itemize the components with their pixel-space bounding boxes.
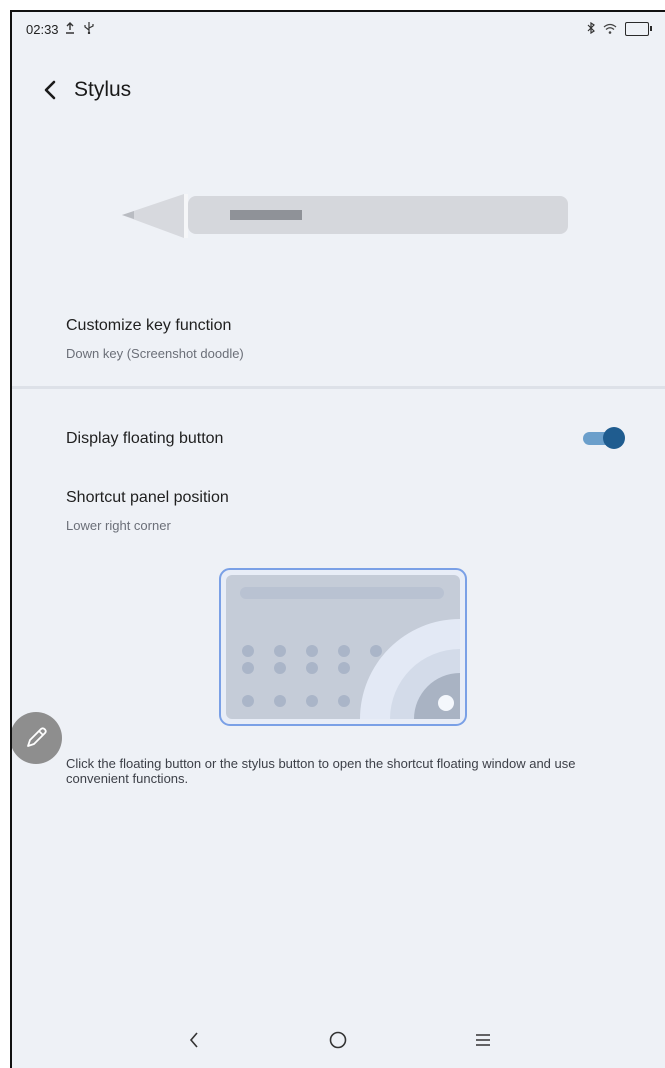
customize-key-function-setting[interactable]: Customize key function Down key (Screens…	[66, 317, 625, 361]
nav-menu-button[interactable]	[463, 1020, 503, 1060]
status-time: 02:33	[26, 21, 59, 37]
navigation-bar	[12, 1012, 665, 1068]
section-divider	[12, 386, 665, 389]
upload-icon	[65, 21, 79, 37]
menu-nav-icon	[475, 1034, 490, 1046]
customize-key-title: Customize key function	[66, 317, 232, 334]
customize-key-subtitle: Down key (Screenshot doodle)	[66, 346, 244, 361]
wifi-icon	[603, 22, 617, 37]
usb-icon	[84, 21, 94, 37]
nav-back-button[interactable]	[174, 1020, 214, 1060]
bluetooth-icon	[587, 21, 595, 37]
shortcut-panel-title: Shortcut panel position	[66, 489, 229, 506]
nav-home-button[interactable]	[318, 1020, 358, 1060]
shortcut-panel-position-setting[interactable]: Shortcut panel position Lower right corn…	[66, 489, 625, 533]
battery-icon	[625, 22, 652, 36]
description-text: Click the floating button or the stylus …	[66, 756, 576, 786]
status-left-icons	[65, 21, 101, 37]
display-floating-button-title: Display floating button	[66, 430, 224, 447]
display-floating-button-toggle[interactable]	[583, 427, 625, 449]
back-button[interactable]	[32, 72, 68, 108]
back-nav-icon	[190, 1032, 198, 1048]
header: Stylus	[12, 72, 131, 108]
page-title: Stylus	[74, 78, 132, 101]
pen-icon	[27, 727, 47, 747]
panel-position-illustration	[218, 567, 468, 732]
status-bar: 02:33	[12, 12, 665, 46]
floating-pen-button[interactable]	[12, 712, 62, 764]
shortcut-panel-subtitle: Lower right corner	[66, 518, 171, 533]
stylus-illustration	[112, 182, 572, 257]
chevron-left-icon	[44, 80, 56, 100]
display-floating-button-setting[interactable]: Display floating button	[66, 430, 555, 448]
status-right-icons	[587, 21, 652, 37]
toggle-knob	[603, 427, 625, 449]
screen: 02:33 Stylus Customize key function Down…	[10, 10, 665, 1068]
home-nav-icon	[330, 1031, 347, 1049]
